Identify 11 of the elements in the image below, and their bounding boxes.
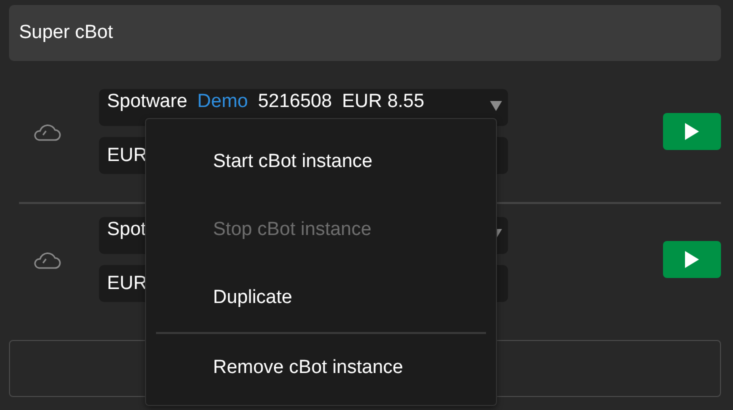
caret-icon [490, 101, 502, 111]
play-button[interactable] [663, 241, 721, 278]
menu-item[interactable]: Remove cBot instance [146, 334, 496, 402]
bot-title: Super cBot [9, 5, 721, 61]
play-button[interactable] [663, 113, 721, 150]
play-icon [685, 251, 699, 268]
cloud-icon [33, 250, 61, 268]
cloud-icon [33, 122, 61, 140]
play-icon [685, 123, 699, 140]
menu-item[interactable]: Duplicate [146, 264, 496, 332]
menu-item[interactable]: Start cBot instance [146, 128, 496, 196]
